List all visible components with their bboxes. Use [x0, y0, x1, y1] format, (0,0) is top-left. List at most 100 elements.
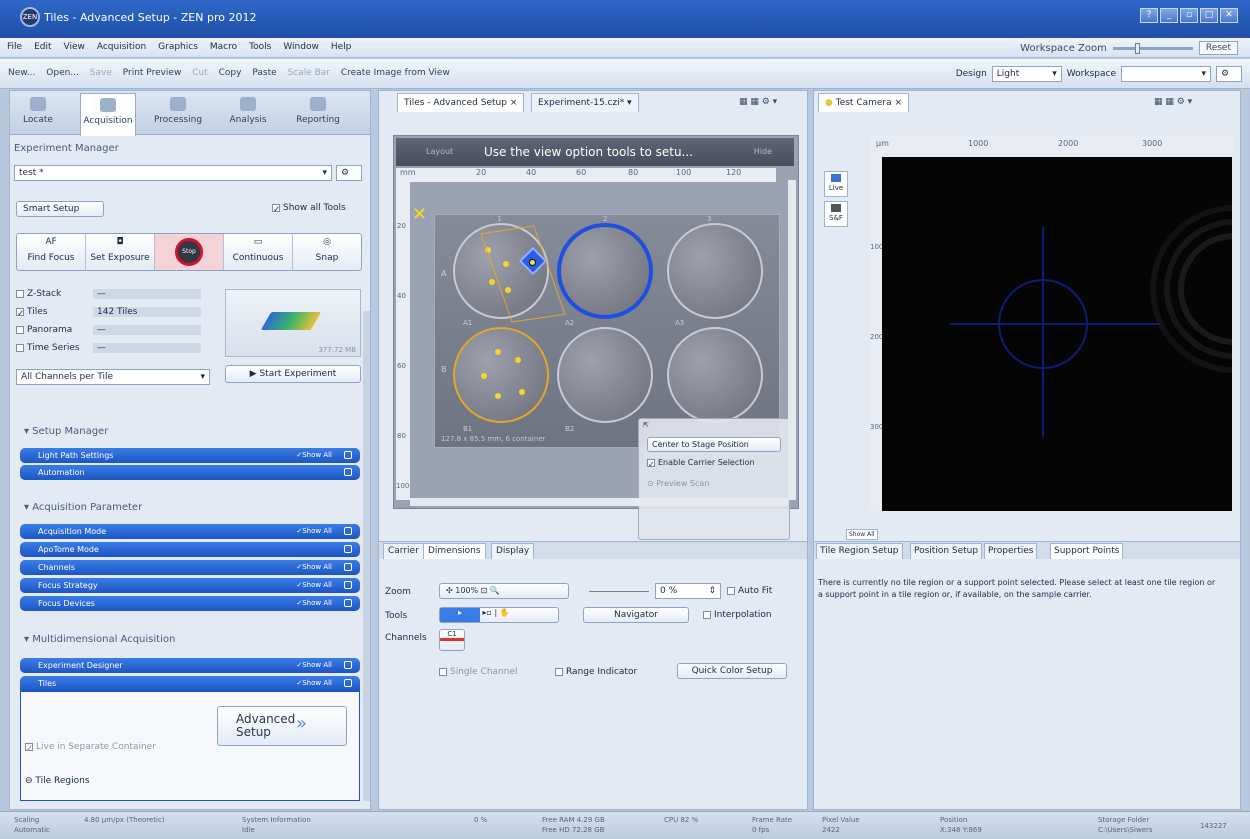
- pin-icon[interactable]: [344, 661, 352, 669]
- bar-channels[interactable]: Channels ✓Show All: [20, 560, 360, 575]
- preview-scan-button[interactable]: ⊙ Preview Scan: [647, 479, 781, 488]
- enable-carrier-selection-checkbox[interactable]: ✓ Enable Carrier Selection: [647, 458, 781, 469]
- stop-button[interactable]: Stop: [155, 234, 224, 270]
- open-button[interactable]: Open...: [46, 68, 79, 78]
- tab-carrier[interactable]: Carrier: [383, 543, 424, 559]
- restore-button[interactable]: ▫: [1180, 8, 1198, 23]
- save-button[interactable]: Save: [90, 68, 112, 78]
- create-image-from-view-button[interactable]: Create Image from View: [341, 68, 450, 78]
- paste-button[interactable]: Paste: [252, 68, 276, 78]
- pin-icon[interactable]: [344, 679, 352, 687]
- bar-tiles[interactable]: Tiles ✓Show All: [20, 676, 360, 691]
- show-all-button[interactable]: Show All: [846, 529, 878, 540]
- smart-setup-button[interactable]: Smart Setup: [16, 201, 104, 217]
- live-camera-image[interactable]: [882, 157, 1232, 511]
- carrier-view-hscroll[interactable]: [410, 498, 788, 506]
- bar-focus-strategy[interactable]: Focus Strategy ✓Show All: [20, 578, 360, 593]
- tile-regions-section[interactable]: ⊖ Tile Regions: [25, 776, 90, 786]
- pin-icon[interactable]: [344, 468, 352, 476]
- left-panel-scrollbar[interactable]: [363, 311, 370, 801]
- minimize-button[interactable]: _: [1160, 8, 1178, 23]
- continuous-button[interactable]: ▭ Continuous: [224, 234, 293, 270]
- tab-locate[interactable]: Locate: [10, 93, 66, 133]
- dimension-tiles[interactable]: ✓ Tiles 142 Tiles: [16, 307, 216, 325]
- live-button[interactable]: Live: [824, 171, 848, 197]
- tab-acquisition[interactable]: Acquisition: [80, 93, 136, 136]
- channels-per-tile-select[interactable]: All Channels per Tile ▾: [16, 369, 210, 385]
- menu-help[interactable]: Help: [324, 38, 357, 52]
- menu-macro[interactable]: Macro: [203, 38, 242, 52]
- dimension-zstack[interactable]: Z-Stack —: [16, 289, 216, 307]
- experiment-options-button[interactable]: ⚙: [336, 165, 362, 181]
- workspace-zoom-slider[interactable]: [1112, 42, 1193, 54]
- tab-test-camera[interactable]: ● Test Camera ×: [818, 93, 910, 112]
- menu-file[interactable]: File: [0, 38, 27, 52]
- pin-icon[interactable]: [344, 563, 352, 571]
- tab-support-points[interactable]: Support Points: [1050, 543, 1124, 559]
- pin-icon[interactable]: [344, 581, 352, 589]
- tab-position-setup[interactable]: Position Setup: [910, 543, 983, 559]
- navigator-button[interactable]: Navigator: [583, 607, 689, 623]
- close-carrier-icon[interactable]: ✕: [412, 204, 427, 225]
- center-to-stage-button[interactable]: Center to Stage Position: [647, 437, 781, 452]
- menu-tools[interactable]: Tools: [242, 38, 276, 52]
- tab-analysis[interactable]: Analysis: [220, 93, 276, 133]
- well-b1[interactable]: [453, 327, 549, 423]
- single-channel-checkbox[interactable]: Single Channel: [439, 667, 517, 677]
- bar-focus-devices[interactable]: Focus Devices ✓Show All: [20, 596, 360, 611]
- zoom-slider[interactable]: [589, 591, 649, 592]
- menu-graphics[interactable]: Graphics: [151, 38, 203, 52]
- zoom-tools[interactable]: ✣ 100% ⊡ 🔍: [439, 583, 569, 599]
- menu-edit[interactable]: Edit: [27, 38, 56, 52]
- workspace-select[interactable]: ▾: [1121, 66, 1211, 82]
- pin-icon[interactable]: [344, 545, 352, 553]
- well-b3[interactable]: [667, 327, 763, 423]
- reset-button[interactable]: Reset: [1198, 41, 1238, 55]
- view-toolbar-icons[interactable]: ▦ ▦ ⚙ ▾: [739, 97, 777, 107]
- print-preview-button[interactable]: Print Preview: [123, 68, 182, 78]
- carrier-view-vscroll[interactable]: [788, 180, 796, 500]
- show-all-tools-checkbox[interactable]: ✓ Show all Tools: [272, 203, 346, 215]
- bar-experiment-designer[interactable]: Experiment Designer ✓Show All: [20, 658, 360, 673]
- tab-experiment-15[interactable]: Experiment-15.czi* ▾: [531, 93, 639, 112]
- section-multidimensional-acquisition[interactable]: ▾ Multidimensional Acquisition: [24, 634, 175, 645]
- copy-button[interactable]: Copy: [219, 68, 242, 78]
- pin-icon[interactable]: [344, 599, 352, 607]
- tab-dimensions[interactable]: Dimensions: [423, 543, 486, 559]
- scale-bar-button[interactable]: Scale Bar: [288, 68, 330, 78]
- new-button[interactable]: New...: [8, 68, 35, 78]
- carrier-view[interactable]: Layout Use the view option tools to setu…: [393, 135, 799, 540]
- bar-apotome-mode[interactable]: ApoTome Mode: [20, 542, 360, 557]
- bar-light-path-settings[interactable]: Light Path Settings ✓Show All: [20, 448, 360, 463]
- well-b2[interactable]: [557, 327, 653, 423]
- view-toolbar-icons-right[interactable]: ▦ ▦ ⚙ ▾: [1154, 97, 1192, 107]
- snap-and-focus-button[interactable]: S&F: [824, 201, 848, 227]
- tab-processing[interactable]: Processing: [150, 93, 206, 133]
- tools-buttons[interactable]: ▸ ▸▫ | ✋: [439, 607, 559, 623]
- advanced-setup-button[interactable]: Advanced Setup»: [217, 706, 347, 746]
- menu-acquisition[interactable]: Acquisition: [90, 38, 151, 52]
- zoom-value-input[interactable]: 0 % ⇕: [655, 583, 721, 599]
- status-scaling[interactable]: Scaling Automatic: [14, 815, 50, 835]
- menu-window[interactable]: Window: [276, 38, 324, 52]
- start-experiment-button[interactable]: ▶ Start Experiment: [225, 365, 361, 383]
- section-setup-manager[interactable]: ▾ Setup Manager: [24, 426, 108, 437]
- tab-display[interactable]: Display: [491, 543, 535, 559]
- bar-automation[interactable]: Automation: [20, 465, 360, 480]
- snap-button[interactable]: ◎ Snap: [293, 234, 361, 270]
- settings-menu-button[interactable]: ⚙: [1216, 66, 1242, 82]
- pin-icon[interactable]: [344, 527, 352, 535]
- find-focus-button[interactable]: AF Find Focus: [17, 234, 86, 270]
- well-a3[interactable]: [667, 223, 763, 319]
- tab-tile-region-setup[interactable]: Tile Region Setup: [816, 543, 903, 559]
- interpolation-checkbox[interactable]: Interpolation: [703, 610, 772, 620]
- tab-tiles-advanced-setup[interactable]: Tiles - Advanced Setup ×: [397, 93, 525, 112]
- set-exposure-button[interactable]: ◘ Set Exposure: [86, 234, 155, 270]
- well-a2[interactable]: [557, 223, 653, 319]
- live-in-separate-checkbox[interactable]: ✓ Live in Separate Container: [25, 742, 156, 754]
- dimension-time-series[interactable]: Time Series —: [16, 343, 216, 361]
- design-select[interactable]: Light ▾: [991, 66, 1062, 82]
- pin-icon[interactable]: [344, 451, 352, 459]
- status-storage-folder[interactable]: Storage Folder C:\Users\Siwers: [1098, 815, 1153, 835]
- close-button[interactable]: ✕: [1220, 8, 1238, 23]
